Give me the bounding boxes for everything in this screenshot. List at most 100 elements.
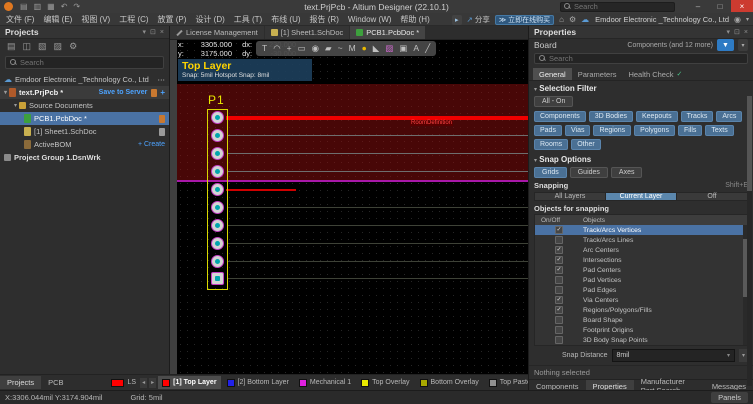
panel-tab-projects[interactable]: Projects [0, 376, 41, 389]
panel-pin-icon[interactable]: ⊡ [150, 28, 156, 36]
via-tool-icon[interactable]: ● [362, 41, 367, 56]
connection-line[interactable] [228, 225, 528, 226]
tree-item-schdoc[interactable]: [1] Sheet1.SchDoc [0, 125, 169, 138]
layer-tab-top[interactable]: [1] Top Layer [158, 376, 220, 389]
properties-scrollbar[interactable] [747, 96, 752, 386]
filter-other-button[interactable]: Other [571, 139, 601, 150]
share-button[interactable]: ↗分享 [467, 14, 490, 25]
filter-arcs-button[interactable]: Arcs [716, 111, 742, 122]
scroll-right-icon[interactable]: ▸ [149, 378, 156, 388]
pad-1[interactable] [211, 111, 224, 124]
connection-line[interactable] [228, 243, 528, 244]
tree-item-project-group[interactable]: Project Group 1.DsnWrk [0, 151, 169, 164]
menu-design[interactable]: 设计 (D) [195, 14, 224, 25]
compile-icon[interactable]: ▤ [7, 41, 16, 52]
projects-search-box[interactable] [5, 56, 164, 69]
rect-tool-icon[interactable]: ▭ [298, 41, 306, 56]
create-link[interactable]: + Create [138, 141, 165, 148]
seg-current-layer[interactable]: Current Layer [606, 193, 677, 200]
connection-line[interactable] [228, 278, 528, 279]
region-tool-icon[interactable]: ▨ [385, 41, 393, 56]
tab-pcb1-pcbdoc[interactable]: PCB1.PcbDoc * [350, 26, 425, 39]
component-refdes[interactable]: P1 [208, 93, 225, 107]
close-button[interactable]: × [731, 0, 753, 12]
menu-reports[interactable]: 报告 (R) [310, 14, 339, 25]
panel-close-icon[interactable]: × [160, 29, 164, 36]
snap-guides-button[interactable]: Guides [570, 167, 608, 178]
selection-filter-section[interactable]: ▾ Selection Filter [529, 81, 753, 94]
pad-6[interactable] [211, 201, 224, 214]
seg-all-layers[interactable]: All Layers [535, 193, 606, 200]
filter-all-button[interactable]: All - On [534, 96, 573, 107]
new-document-icon[interactable]: ▤ [20, 0, 28, 13]
checkbox[interactable]: ✓ [555, 266, 563, 274]
save-to-server-link[interactable]: Save to Server [99, 89, 148, 96]
gear-icon[interactable]: ⚙ [569, 15, 576, 24]
pad-4[interactable] [211, 165, 224, 178]
pcb-canvas[interactable]: P1 RoomDefinition x:3305.000 dx:230.000 … [170, 40, 528, 374]
checkbox[interactable] [555, 316, 563, 324]
snap-object-row[interactable]: ✓Pad Centers [535, 265, 747, 275]
snap-object-row[interactable]: ✓Via Centers [535, 295, 747, 305]
scroll-left-icon[interactable]: ◂ [140, 378, 147, 388]
settings-icon[interactable]: ⚙ [69, 41, 77, 52]
menu-route[interactable]: 布线 (U) [271, 14, 300, 25]
snap-options-section[interactable]: ▾ Snap Options [529, 152, 753, 165]
snap-distance-input[interactable]: 8mil▾ [612, 349, 735, 362]
room-definition-region[interactable] [177, 84, 528, 181]
panel-splitter[interactable] [170, 40, 177, 374]
pad-10[interactable] [211, 272, 224, 285]
projects-search-input[interactable] [20, 58, 159, 67]
expand-icon[interactable]: ▾ [4, 89, 7, 96]
panels-button[interactable]: Panels [711, 392, 748, 403]
checkbox[interactable]: ✓ [555, 256, 563, 264]
account-menu[interactable]: ☁Emdoor Electronic _Technology Co., Ltd [581, 15, 729, 24]
arc-tool-icon[interactable]: ◠ [273, 41, 280, 56]
panel-pin-icon[interactable]: ⊡ [734, 28, 740, 36]
dropdown-icon[interactable]: ▾ [727, 352, 730, 359]
checkbox[interactable]: ✓ [555, 246, 563, 254]
filter-components-button[interactable]: Components [534, 111, 586, 122]
checkbox[interactable] [555, 276, 563, 284]
tree-item-project[interactable]: ▾ text.PrjPcb * Save to Server + [0, 86, 169, 99]
panel-menu-icon[interactable]: ▾ [727, 28, 731, 36]
user-caret-icon[interactable]: ▾ [746, 16, 749, 23]
filter-tracks-button[interactable]: Tracks [681, 111, 714, 122]
connection-line[interactable] [228, 261, 528, 262]
filter-vias-button[interactable]: Vias [565, 125, 591, 136]
snap-object-row[interactable]: Pad Edges [535, 285, 747, 295]
snap-object-row[interactable]: 3D Body Snap Points [535, 335, 747, 345]
connection-line[interactable] [228, 135, 528, 136]
menu-help[interactable]: 帮助 (H) [400, 14, 429, 25]
menu-place[interactable]: 放置 (P) [158, 14, 187, 25]
pad-tool-icon[interactable]: ◉ [312, 41, 319, 56]
checkbox[interactable] [555, 236, 563, 244]
whats-new-button[interactable]: ▸ [452, 15, 462, 25]
menu-file[interactable]: 文件 (F) [6, 14, 34, 25]
layer-sets-button[interactable]: LS [126, 379, 139, 386]
snap-axes-button[interactable]: Axes [611, 167, 643, 178]
snap-object-row[interactable]: ✓Regions/Polygons/Fills [535, 305, 747, 315]
room-definition-label[interactable]: RoomDefinition [410, 120, 453, 126]
panel-tab-pcb[interactable]: PCB [41, 376, 70, 389]
layer-tab-mechanical1[interactable]: Mechanical 1 [295, 376, 355, 389]
undo-icon[interactable]: ↶ [61, 0, 68, 13]
menu-window[interactable]: Window (W) [348, 15, 392, 24]
snap-object-row[interactable]: ✓Arc Centers [535, 245, 747, 255]
panel-close-icon[interactable]: × [744, 29, 748, 36]
expand-icon[interactable]: ▾ [14, 102, 17, 109]
menu-tools[interactable]: 工具 (T) [234, 14, 262, 25]
pad-8[interactable] [211, 237, 224, 250]
pad-2[interactable] [211, 129, 224, 142]
line-tool-icon[interactable]: ╱ [425, 41, 430, 56]
connection-line[interactable] [228, 153, 528, 154]
tree-item-pcbdoc[interactable]: PCB1.PcbDoc * [0, 112, 169, 125]
checkbox[interactable]: ✓ [555, 296, 563, 304]
board-outline-line[interactable] [177, 180, 528, 182]
filter-polygons-button[interactable]: Polygons [634, 125, 675, 136]
string-tool-icon[interactable]: A [413, 41, 419, 56]
layer-tab-bottom-overlay[interactable]: Bottom Overlay [416, 376, 483, 389]
checkbox[interactable] [555, 336, 563, 344]
maximize-button[interactable]: □ [709, 0, 731, 12]
snap-object-row[interactable]: Track/Arcs Lines [535, 235, 747, 245]
